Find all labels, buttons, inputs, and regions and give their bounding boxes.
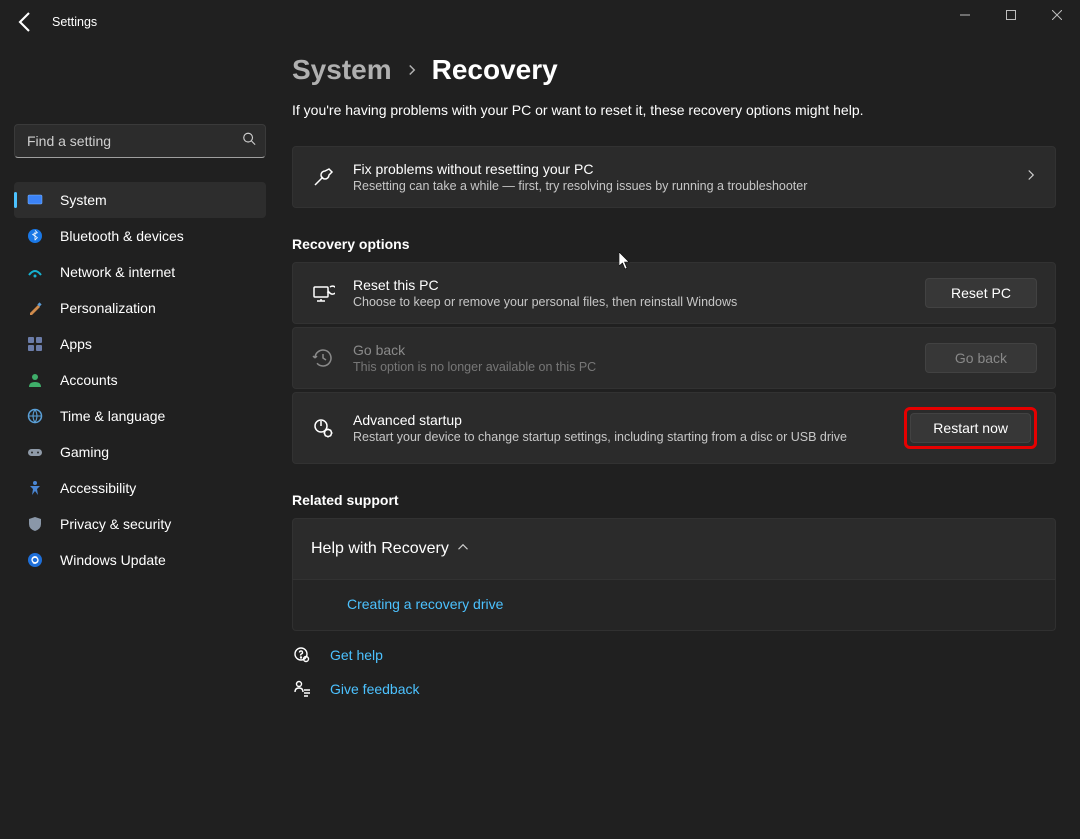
card-title: Help with Recovery <box>311 540 449 558</box>
accounts-icon <box>26 371 44 389</box>
chevron-up-icon <box>457 540 469 558</box>
chevron-right-icon <box>406 60 418 81</box>
give-feedback-link[interactable]: Give feedback <box>330 681 420 697</box>
sidebar-item-label: Personalization <box>60 300 156 316</box>
sidebar-item-label: Gaming <box>60 444 109 460</box>
personalization-icon <box>26 299 44 317</box>
help-icon <box>292 645 312 665</box>
back-button[interactable] <box>14 10 38 34</box>
time-language-icon <box>26 407 44 425</box>
sidebar-item-gaming[interactable]: Gaming <box>14 434 266 470</box>
sidebar-item-label: Windows Update <box>60 552 166 568</box>
card-subtitle: Restart your device to change startup se… <box>353 430 894 444</box>
maximize-button[interactable] <box>988 0 1034 30</box>
help-expanded-body: Creating a recovery drive <box>292 580 1056 631</box>
search-wrapper <box>14 124 266 158</box>
sidebar-item-time-language[interactable]: Time & language <box>14 398 266 434</box>
sidebar-item-label: Bluetooth & devices <box>60 228 184 244</box>
sidebar: System Bluetooth & devices Network & int… <box>0 44 280 839</box>
breadcrumb-parent[interactable]: System <box>292 54 392 86</box>
go-back-card: Go back This option is no longer availab… <box>292 327 1056 389</box>
advanced-startup-card: Advanced startup Restart your device to … <box>292 392 1056 464</box>
card-subtitle: This option is no longer available on th… <box>353 360 915 374</box>
reset-pc-button[interactable]: Reset PC <box>925 278 1037 308</box>
chevron-right-icon <box>1025 168 1037 186</box>
sidebar-item-personalization[interactable]: Personalization <box>14 290 266 326</box>
sidebar-item-system[interactable]: System <box>14 182 266 218</box>
bluetooth-icon <box>26 227 44 245</box>
sidebar-item-label: Privacy & security <box>60 516 171 532</box>
give-feedback-row[interactable]: Give feedback <box>292 679 1056 699</box>
search-icon <box>242 132 256 151</box>
get-help-row[interactable]: Get help <box>292 645 1056 665</box>
sidebar-item-accounts[interactable]: Accounts <box>14 362 266 398</box>
help-with-recovery-card[interactable]: ? Help with Recovery <box>292 518 1056 580</box>
history-icon <box>311 346 335 370</box>
privacy-icon <box>26 515 44 533</box>
wrench-icon <box>311 165 335 189</box>
sidebar-item-privacy[interactable]: Privacy & security <box>14 506 266 542</box>
windows-update-icon <box>26 551 44 569</box>
card-subtitle: Resetting can take a while — first, try … <box>353 179 1017 193</box>
minimize-button[interactable] <box>942 0 988 30</box>
breadcrumb-current: Recovery <box>432 54 558 86</box>
accessibility-icon <box>26 479 44 497</box>
apps-icon <box>26 335 44 353</box>
reset-pc-card: Reset this PC Choose to keep or remove y… <box>292 262 1056 324</box>
card-title: Go back <box>353 342 915 358</box>
feedback-icon <box>292 679 312 699</box>
sidebar-item-label: Network & internet <box>60 264 175 280</box>
sidebar-item-accessibility[interactable]: Accessibility <box>14 470 266 506</box>
related-support-heading: Related support <box>292 492 1056 508</box>
sidebar-item-windows-update[interactable]: Windows Update <box>14 542 266 578</box>
sidebar-item-label: Apps <box>60 336 92 352</box>
fix-problems-card[interactable]: Fix problems without resetting your PC R… <box>292 146 1056 208</box>
gaming-icon <box>26 443 44 461</box>
sidebar-item-apps[interactable]: Apps <box>14 326 266 362</box>
card-subtitle: Choose to keep or remove your personal f… <box>353 295 915 309</box>
network-icon <box>26 263 44 281</box>
breadcrumb: System Recovery <box>292 54 1056 86</box>
sidebar-item-label: Accounts <box>60 372 118 388</box>
page-intro: If you're having problems with your PC o… <box>292 102 1056 118</box>
search-input[interactable] <box>14 124 266 158</box>
card-title: Fix problems without resetting your PC <box>353 161 1017 177</box>
sidebar-item-label: Time & language <box>60 408 165 424</box>
sidebar-item-network[interactable]: Network & internet <box>14 254 266 290</box>
sidebar-item-bluetooth[interactable]: Bluetooth & devices <box>14 218 266 254</box>
highlight-annotation: Restart now <box>904 407 1037 449</box>
recovery-options-heading: Recovery options <box>292 236 1056 252</box>
system-icon <box>26 191 44 209</box>
sidebar-item-label: Accessibility <box>60 480 136 496</box>
titlebar: Settings <box>0 0 1080 44</box>
main-content: System Recovery If you're having problem… <box>280 44 1080 839</box>
window-controls <box>942 0 1080 44</box>
get-help-link[interactable]: Get help <box>330 647 383 663</box>
app-title: Settings <box>52 15 97 29</box>
card-title: Reset this PC <box>353 277 915 293</box>
card-title: Advanced startup <box>353 412 894 428</box>
restart-now-button[interactable]: Restart now <box>910 413 1031 443</box>
recovery-drive-link[interactable]: Creating a recovery drive <box>347 596 503 612</box>
sidebar-item-label: System <box>60 192 107 208</box>
go-back-button: Go back <box>925 343 1037 373</box>
reset-icon <box>311 281 335 305</box>
close-button[interactable] <box>1034 0 1080 30</box>
power-gear-icon <box>311 416 335 440</box>
